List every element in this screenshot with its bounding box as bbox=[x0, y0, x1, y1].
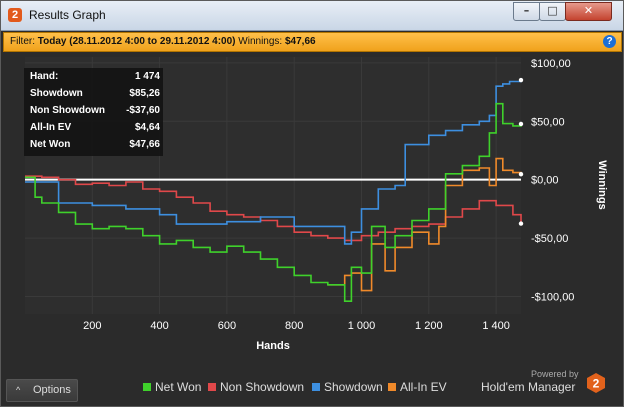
x-axis-label: Hands bbox=[256, 340, 290, 352]
caret-up-icon: ^ bbox=[16, 385, 21, 395]
results-graph-window: 2 Results Graph – □ ✕ Filter: Today (28.… bbox=[0, 0, 624, 407]
y-tick-label: $100,00 bbox=[531, 58, 571, 70]
filter-text: Filter: Today (28.11.2012 4:00 to 29.11.… bbox=[10, 36, 316, 47]
x-tick-label: 200 bbox=[83, 320, 101, 332]
stat-row-non-showdown: Non Showdown -$37,60 bbox=[30, 105, 160, 121]
stat-value: -$37,60 bbox=[126, 105, 160, 116]
holdem-manager-logo-icon: 2 bbox=[587, 373, 605, 393]
svg-text:2: 2 bbox=[593, 377, 600, 391]
minimize-button[interactable]: – bbox=[513, 2, 540, 21]
x-tick-label: 1 200 bbox=[415, 320, 443, 332]
filter-winnings-value: $47,66 bbox=[284, 36, 316, 47]
stat-label: Showdown bbox=[30, 88, 83, 99]
app-icon: 2 bbox=[8, 8, 22, 22]
series-endpoint-showdown bbox=[518, 77, 524, 83]
y-axis-label: Winnings bbox=[596, 160, 608, 209]
filter-bar[interactable]: Filter: Today (28.11.2012 4:00 to 29.11.… bbox=[3, 32, 622, 52]
y-tick-label: $0,00 bbox=[531, 175, 559, 187]
stat-row-showdown: Showdown $85,26 bbox=[30, 88, 160, 104]
bottom-bar: ^ Options Net Won Non Showdown Showdown … bbox=[1, 369, 623, 406]
filter-winnings-label: Winnings: bbox=[238, 36, 283, 47]
stat-label: Hand: bbox=[30, 71, 59, 82]
stat-row-allin-ev: All-In EV $4,64 bbox=[30, 122, 160, 138]
x-tick-label: 600 bbox=[218, 320, 236, 332]
x-tick-label: 1 000 bbox=[348, 320, 376, 332]
y-tick-label: $50,00 bbox=[531, 116, 565, 128]
series-endpoint-net-won bbox=[518, 121, 524, 127]
legend-label: Non Showdown bbox=[220, 380, 305, 394]
legend-swatch bbox=[388, 383, 396, 391]
stat-label: All-In EV bbox=[30, 122, 72, 133]
maximize-button[interactable]: □ bbox=[539, 2, 566, 21]
y-tick-label: -$100,00 bbox=[531, 291, 574, 303]
stat-value: $85,26 bbox=[129, 88, 160, 99]
options-label: Options bbox=[33, 384, 71, 396]
legend-swatch bbox=[312, 383, 320, 391]
x-tick-label: 1 400 bbox=[482, 320, 510, 332]
filter-label: Filter: bbox=[10, 36, 35, 47]
x-tick-label: 800 bbox=[285, 320, 303, 332]
stat-value: $47,66 bbox=[129, 139, 160, 150]
powered-by-text: Powered by bbox=[531, 369, 579, 379]
stats-box: Hand: 1 474 Showdown $85,26 Non Showdown… bbox=[24, 68, 163, 156]
stat-row-net-won: Net Won $47,66 bbox=[30, 139, 160, 155]
stat-row-hand: Hand: 1 474 bbox=[30, 71, 160, 87]
title-bar[interactable]: 2 Results Graph – □ ✕ bbox=[1, 1, 623, 31]
stat-value: 1 474 bbox=[134, 71, 160, 82]
legend-label: Showdown bbox=[324, 380, 383, 394]
brand-name: Hold'em Manager bbox=[481, 380, 576, 394]
legend-swatch bbox=[208, 383, 216, 391]
stat-label: Net Won bbox=[30, 139, 71, 150]
help-icon[interactable]: ? bbox=[603, 35, 616, 48]
close-button[interactable]: ✕ bbox=[565, 2, 612, 21]
series-endpoint-non-showdown bbox=[518, 221, 524, 226]
filter-range: Today (28.11.2012 4:00 to 29.11.2012 4:0… bbox=[37, 36, 236, 47]
stat-value: $4,64 bbox=[134, 122, 160, 133]
window-title: Results Graph bbox=[29, 8, 106, 22]
options-button[interactable]: ^ Options bbox=[6, 379, 78, 402]
series-endpoint-all-in-ev bbox=[518, 172, 524, 177]
x-tick-label: 400 bbox=[150, 320, 168, 332]
stat-label: Non Showdown bbox=[30, 105, 105, 116]
legend-swatch bbox=[143, 383, 151, 391]
y-tick-label: -$50,00 bbox=[531, 233, 568, 245]
legend-label: All-In EV bbox=[400, 380, 447, 394]
legend-label: Net Won bbox=[155, 380, 202, 394]
